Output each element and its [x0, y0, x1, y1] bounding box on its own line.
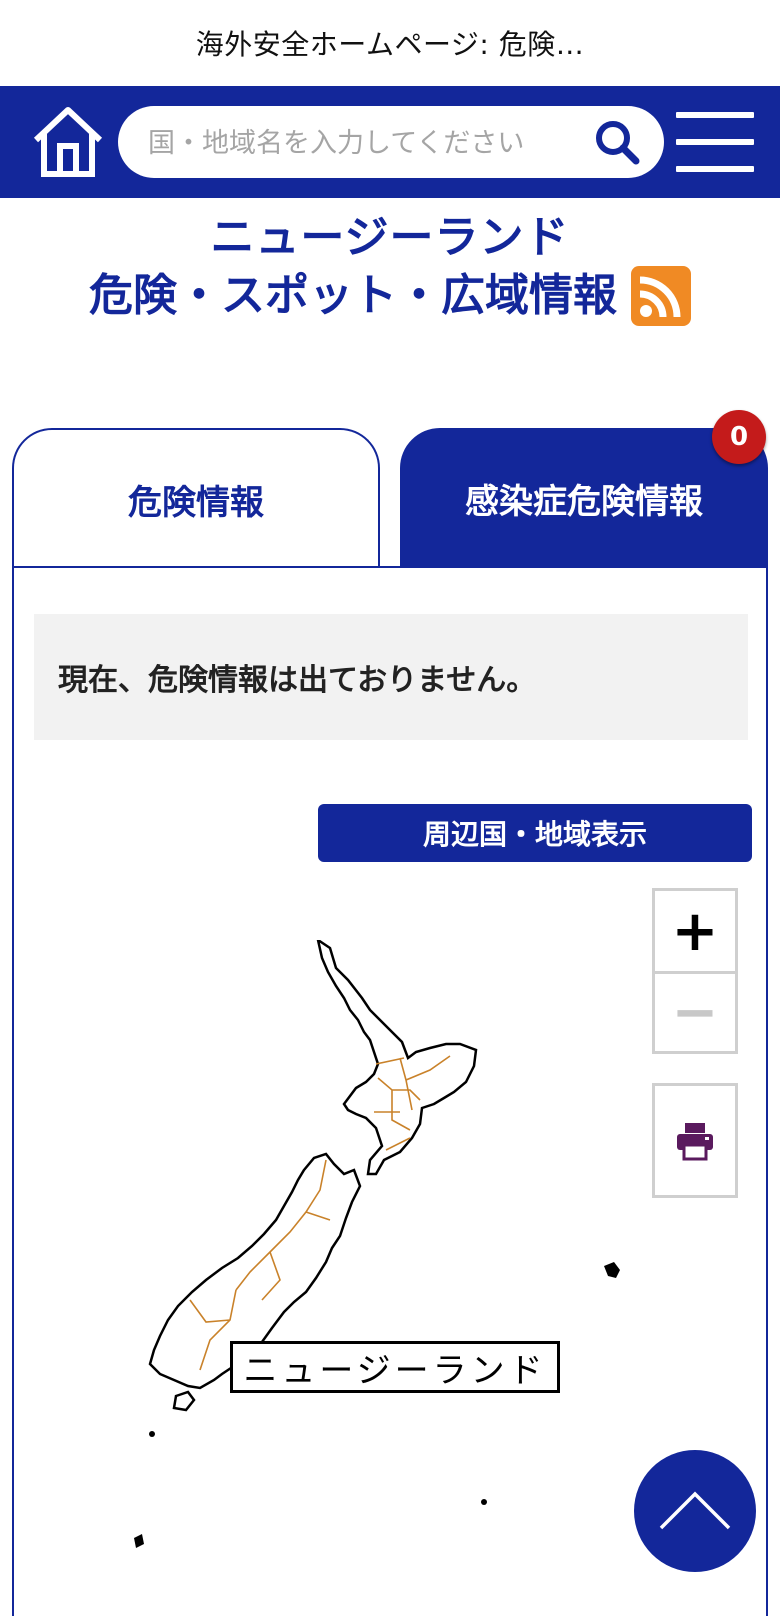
north-island	[316, 940, 478, 1176]
map-country-label: ニュージーランド	[230, 1341, 560, 1393]
home-button[interactable]	[30, 104, 106, 180]
page-title-country: ニュージーランド	[210, 212, 570, 263]
outlying-island	[134, 1534, 144, 1548]
chatham-islands	[604, 1262, 620, 1278]
site-header	[0, 86, 780, 198]
zoom-out-button[interactable]: −	[655, 974, 735, 1051]
tab-danger-info-label: 危険情報	[128, 482, 264, 523]
rss-icon[interactable]	[631, 266, 691, 326]
chevron-up-icon	[659, 1491, 731, 1530]
zoom-controls: + −	[652, 888, 738, 1054]
home-icon	[33, 107, 103, 177]
page-title-subtitle: 危険・スポット・広域情報	[89, 270, 617, 321]
print-icon	[677, 1122, 713, 1160]
browser-page-title: 海外安全ホームページ: 危険…	[195, 28, 585, 61]
notice-text: 現在、危険情報は出ておりません。	[58, 663, 537, 698]
new-zealand-map[interactable]	[130, 940, 650, 1580]
outlying-island	[481, 1499, 487, 1505]
print-button[interactable]	[652, 1083, 738, 1198]
notification-badge: 0	[712, 410, 766, 464]
tab-danger-info[interactable]: 危険情報	[12, 428, 380, 568]
outlying-island	[149, 1431, 155, 1437]
nearby-regions-button[interactable]: 周辺国・地域表示	[318, 804, 752, 862]
tab-infectious-disease[interactable]: 感染症危険情報	[400, 428, 768, 568]
search-input[interactable]	[146, 106, 580, 180]
scroll-to-top-button[interactable]	[634, 1450, 756, 1572]
stewart-island	[172, 1390, 196, 1412]
browser-title-bar: 海外安全ホームページ: 危険…	[0, 0, 780, 86]
menu-icon[interactable]	[676, 112, 754, 172]
tab-infectious-disease-label: 感染症危険情報	[465, 481, 703, 522]
no-danger-notice: 現在、危険情報は出ておりません。	[34, 614, 748, 740]
search-bar	[118, 106, 664, 180]
nearby-regions-label: 周辺国・地域表示	[422, 818, 647, 851]
search-icon[interactable]	[594, 119, 640, 165]
zoom-in-button[interactable]: +	[655, 891, 735, 974]
page-title: ニュージーランド 危険・スポット・広域情報	[0, 210, 780, 326]
